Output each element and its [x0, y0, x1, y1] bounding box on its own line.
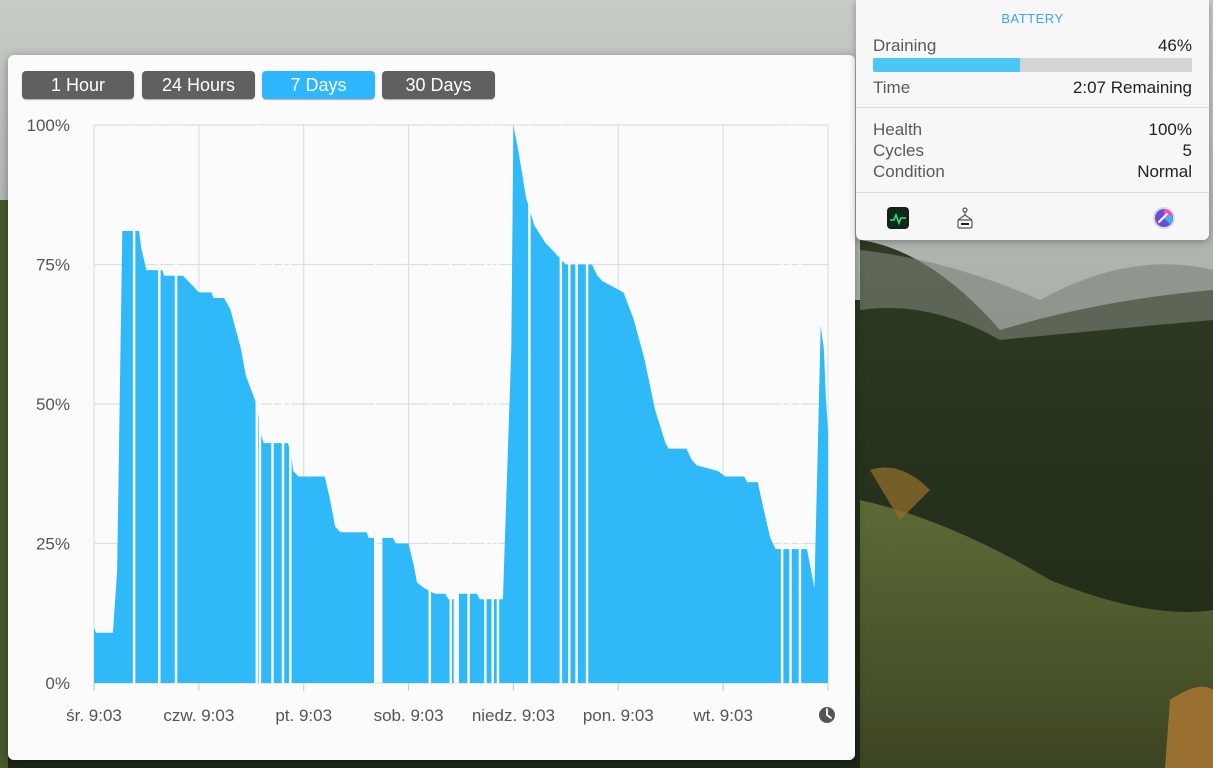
- data-gap: [271, 125, 274, 683]
- data-gap: [780, 125, 784, 683]
- data-gap: [374, 125, 377, 683]
- data-gap: [281, 125, 285, 683]
- y-tick-label: 0%: [45, 674, 70, 693]
- data-gap: [289, 125, 292, 683]
- cycles-label: Cycles: [873, 141, 925, 160]
- data-gap: [798, 125, 802, 683]
- y-tick-label: 50%: [36, 395, 70, 414]
- charge-percent: 46%: [1157, 36, 1192, 55]
- range-button-30-days[interactable]: 30 Days: [382, 71, 495, 99]
- data-gap: [467, 125, 470, 683]
- x-tick-label: sob. 9:03: [374, 706, 444, 725]
- data-gap: [496, 125, 500, 683]
- x-tick-label: czw. 9:03: [163, 706, 234, 725]
- cycles-row: Cycles 5: [873, 141, 1192, 162]
- x-tick-label: niedz. 9:03: [472, 706, 555, 725]
- clock-icon[interactable]: [819, 707, 835, 723]
- panel-title: BATTERY: [1001, 11, 1064, 26]
- battery-status-panel: BATTERY Draining 46% Time 2:07 Remaining…: [856, 0, 1209, 240]
- panel-divider: [856, 192, 1209, 193]
- range-button-1-hour[interactable]: 1 Hour: [22, 71, 134, 99]
- range-button-7-days[interactable]: 7 Days: [262, 71, 375, 99]
- x-tick-label: pt. 9:03: [275, 706, 332, 725]
- y-tick-label: 100%: [27, 116, 70, 135]
- data-gap: [484, 125, 487, 683]
- x-tick-label: pon. 9:03: [583, 706, 654, 725]
- data-gap: [258, 125, 262, 683]
- data-gap: [428, 125, 432, 683]
- charge-level-bar: [873, 58, 1192, 72]
- range-button-24-hours[interactable]: 24 Hours: [142, 71, 255, 99]
- charge-level-fill: [873, 58, 1020, 72]
- data-gap: [568, 125, 571, 683]
- charge-row: Draining 46%: [873, 36, 1192, 57]
- health-value: 100%: [1148, 120, 1192, 139]
- battery-history-window: 100% 75% 50% 25% 0% śr. 9:03 czw. 9:03 pt. 9:03…: [8, 55, 855, 760]
- y-tick-label: 25%: [36, 535, 70, 554]
- condition-label: Condition: [873, 162, 945, 181]
- x-tick-label: wt. 9:03: [692, 706, 753, 725]
- time-remaining: 2:07 Remaining: [1072, 78, 1192, 97]
- data-gap: [132, 125, 136, 683]
- data-gap: [575, 125, 578, 683]
- data-gap: [789, 125, 792, 683]
- data-gap: [585, 125, 589, 683]
- data-gap: [174, 125, 178, 683]
- time-row: Time 2:07 Remaining: [873, 78, 1192, 99]
- data-gap: [449, 125, 453, 683]
- state-label: Draining: [873, 36, 937, 55]
- data-gap: [491, 125, 494, 683]
- x-tick-label: śr. 9:03: [66, 706, 122, 725]
- panel-divider: [856, 107, 1209, 108]
- data-gap: [158, 125, 161, 683]
- time-label: Time: [873, 78, 911, 97]
- battery-history-chart: 100% 75% 50% 25% 0% śr. 9:03 czw. 9:03 pt. 9:03…: [27, 116, 835, 725]
- health-label: Health: [873, 120, 923, 139]
- data-gap: [255, 125, 259, 683]
- health-row: Health 100%: [873, 120, 1192, 141]
- coconut-battery-icon[interactable]: [1152, 206, 1176, 230]
- data-gap: [559, 125, 563, 683]
- activity-monitor-icon[interactable]: [886, 206, 910, 230]
- system-information-icon[interactable]: [953, 206, 977, 230]
- condition-value: Normal: [1137, 162, 1192, 181]
- condition-row: Condition Normal: [873, 162, 1192, 183]
- cycles-value: 5: [1182, 141, 1192, 160]
- y-tick-label: 75%: [36, 256, 70, 275]
- data-gap: [528, 125, 531, 683]
